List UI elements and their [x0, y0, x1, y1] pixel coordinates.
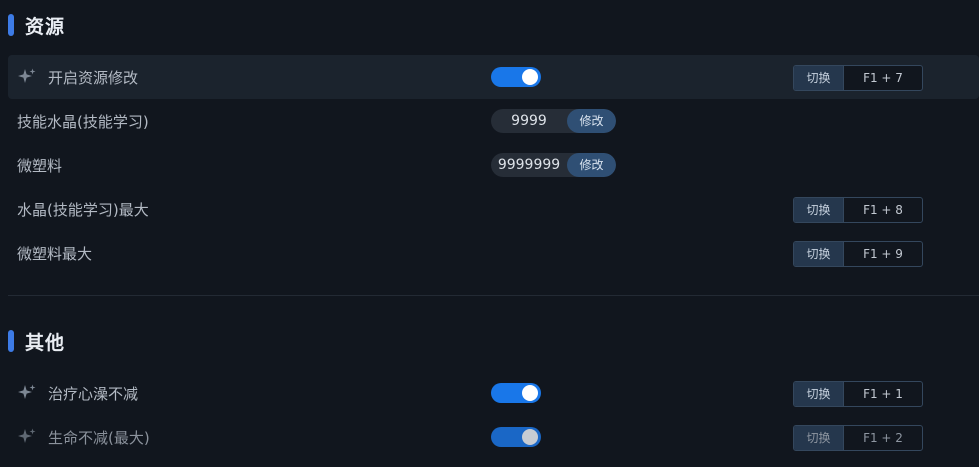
hotkey-control[interactable]: 切换 F1 + 8 — [793, 197, 923, 223]
number-input[interactable]: 9999 — [491, 109, 567, 133]
number-input[interactable]: 9999999 — [491, 153, 567, 177]
sparkle-icon — [17, 383, 37, 403]
row-microplastic-max: 微塑料最大 切换 F1 + 9 — [8, 231, 979, 275]
hotkey-control[interactable]: 切换 F1 + 2 — [793, 425, 923, 451]
section-title-other: 其他 — [8, 329, 66, 354]
row-skill-crystal: 技能水晶(技能学习) 9999 修改 — [8, 99, 979, 143]
hotkey-label: F1 + 8 — [863, 203, 903, 217]
sparkle-icon — [17, 67, 37, 87]
hotkey-control[interactable]: 切换 F1 + 7 — [793, 65, 923, 91]
row-label: 治疗心澡不减 — [48, 384, 139, 403]
section-title-text: 资源 — [25, 15, 66, 38]
row-enable-resource-mod: 开启资源修改 切换 F1 + 7 — [8, 55, 979, 99]
row-label: 微塑料最大 — [17, 244, 93, 263]
row-crystal-max: 水晶(技能学习)最大 切换 F1 + 8 — [8, 187, 979, 231]
section-accent-bar — [8, 330, 14, 352]
row-microplastic: 微塑料 9999999 修改 — [8, 143, 979, 187]
row-label: 生命不减(最大) — [48, 428, 150, 447]
number-input-group: 9999 修改 — [491, 109, 616, 133]
section-divider — [8, 295, 979, 296]
toggle-knob — [522, 69, 538, 85]
toggle-switch[interactable] — [491, 427, 541, 447]
row-label: 微塑料 — [17, 156, 63, 175]
switch-button[interactable]: 切换 — [794, 66, 844, 90]
hotkey-label: F1 + 2 — [863, 431, 903, 445]
hotkey-label: F1 + 9 — [863, 247, 903, 261]
switch-button[interactable]: 切换 — [794, 426, 844, 450]
hotkey-control[interactable]: 切换 F1 + 1 — [793, 381, 923, 407]
number-input-group: 9999999 修改 — [491, 153, 616, 177]
section-title-text: 其他 — [25, 331, 66, 354]
hotkey-label: F1 + 7 — [863, 71, 903, 85]
switch-button[interactable]: 切换 — [794, 382, 844, 406]
row-heal-no-decrease: 治疗心澡不减 切换 F1 + 1 — [8, 371, 979, 415]
row-label: 开启资源修改 — [48, 68, 139, 87]
toggle-switch[interactable] — [491, 383, 541, 403]
toggle-knob — [522, 429, 538, 445]
row-label: 技能水晶(技能学习) — [17, 112, 149, 131]
hotkey-control[interactable]: 切换 F1 + 9 — [793, 241, 923, 267]
switch-button[interactable]: 切换 — [794, 198, 844, 222]
modify-button[interactable]: 修改 — [567, 153, 616, 177]
section-accent-bar — [8, 14, 14, 36]
hotkey-label: F1 + 1 — [863, 387, 903, 401]
toggle-knob — [522, 385, 538, 401]
modify-button[interactable]: 修改 — [567, 109, 616, 133]
row-life-no-decrease: 生命不减(最大) 切换 F1 + 2 — [8, 415, 979, 459]
switch-button[interactable]: 切换 — [794, 242, 844, 266]
trainer-panel: 资源 开启资源修改 切换 F1 + 7 技能水晶(技能学习) 9999 修改 微… — [0, 0, 979, 467]
toggle-switch[interactable] — [491, 67, 541, 87]
sparkle-icon — [17, 427, 37, 447]
section-title-resources: 资源 — [8, 13, 66, 38]
row-label: 水晶(技能学习)最大 — [17, 200, 149, 219]
